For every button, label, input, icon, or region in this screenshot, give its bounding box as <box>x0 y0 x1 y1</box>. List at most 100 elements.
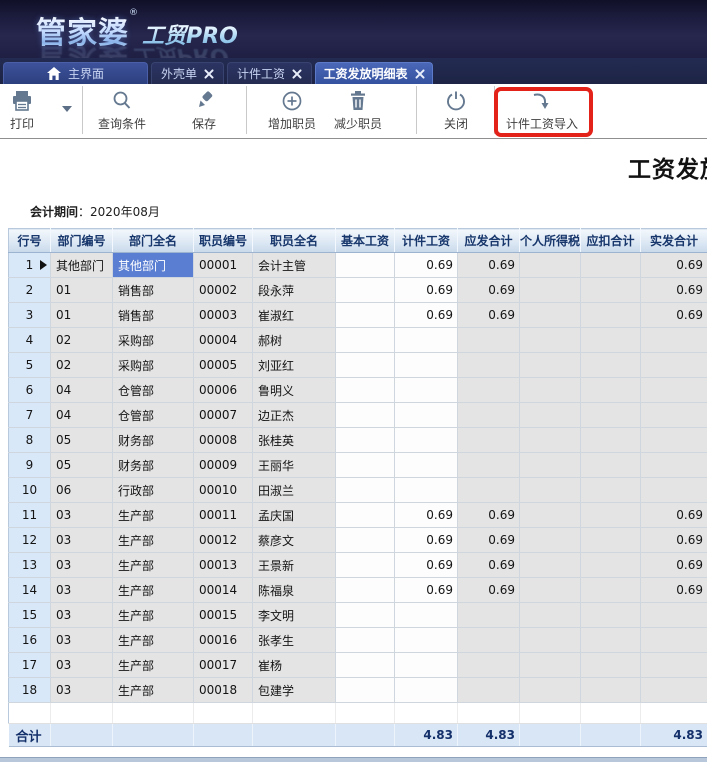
cell-row-number[interactable]: 16 <box>9 628 51 653</box>
cell-deduct[interactable] <box>581 353 641 378</box>
cell-dept-name[interactable]: 财务部 <box>113 453 194 478</box>
cell-emp-name[interactable]: 陈福泉 <box>253 578 336 603</box>
cell-piece-wage[interactable] <box>395 328 458 353</box>
cell-deduct[interactable] <box>581 303 641 328</box>
cell-emp-code[interactable]: 00002 <box>194 278 253 303</box>
cell-deduct[interactable] <box>581 253 641 278</box>
cell-emp-code[interactable]: 00011 <box>194 503 253 528</box>
cell-piece-wage[interactable]: 0.69 <box>395 528 458 553</box>
close-tab-icon[interactable] <box>415 69 425 79</box>
cell-emp-name[interactable]: 张孝生 <box>253 628 336 653</box>
cell-tax[interactable] <box>520 328 581 353</box>
cell-base-wage[interactable] <box>336 628 395 653</box>
close-tab-icon[interactable] <box>292 69 302 79</box>
cell-deduct[interactable] <box>581 628 641 653</box>
cell-emp-code[interactable]: 00001 <box>194 253 253 278</box>
cell-row-number[interactable]: 12 <box>9 528 51 553</box>
cell-deduct[interactable] <box>581 503 641 528</box>
cell-payable[interactable]: 0.69 <box>458 528 520 553</box>
cell-emp-name[interactable]: 张桂英 <box>253 428 336 453</box>
add-employee-button[interactable]: 增加职员 <box>268 90 316 132</box>
cell-row-number[interactable]: 11 <box>9 503 51 528</box>
cell-dept-name[interactable]: 行政部 <box>113 478 194 503</box>
cell-row-number[interactable]: 13 <box>9 553 51 578</box>
cell-emp-name[interactable]: 刘亚红 <box>253 353 336 378</box>
cell-actual[interactable] <box>641 628 707 653</box>
cell-base-wage[interactable] <box>336 453 395 478</box>
cell-emp-name[interactable]: 蔡彦文 <box>253 528 336 553</box>
cell-tax[interactable] <box>520 603 581 628</box>
cell-base-wage[interactable] <box>336 478 395 503</box>
cell-base-wage[interactable] <box>336 328 395 353</box>
cell-actual[interactable] <box>641 603 707 628</box>
cell-tax[interactable] <box>520 628 581 653</box>
cell-tax[interactable] <box>520 428 581 453</box>
cell-dept-name[interactable]: 销售部 <box>113 303 194 328</box>
cell-tax[interactable] <box>520 478 581 503</box>
cell-emp-code[interactable]: 00016 <box>194 628 253 653</box>
cell-deduct[interactable] <box>581 328 641 353</box>
cell-row-number[interactable]: 1 <box>9 253 51 278</box>
cell-actual[interactable] <box>641 478 707 503</box>
cell-payable[interactable] <box>458 328 520 353</box>
cell-emp-code[interactable]: 00005 <box>194 353 253 378</box>
cell-base-wage[interactable] <box>336 578 395 603</box>
cell-emp-code[interactable]: 00015 <box>194 603 253 628</box>
cell-actual[interactable] <box>641 678 707 703</box>
cell-piece-wage[interactable] <box>395 453 458 478</box>
close-tab-icon[interactable] <box>204 69 214 79</box>
cell-tax[interactable] <box>520 578 581 603</box>
cell-dept-name[interactable]: 仓管部 <box>113 403 194 428</box>
cell-piece-wage[interactable]: 0.69 <box>395 303 458 328</box>
cell-emp-code[interactable]: 00017 <box>194 653 253 678</box>
cell-deduct[interactable] <box>581 378 641 403</box>
cell-dept-name[interactable]: 销售部 <box>113 278 194 303</box>
cell-piece-wage[interactable] <box>395 353 458 378</box>
cell-piece-wage[interactable] <box>395 403 458 428</box>
cell-emp-code[interactable]: 00018 <box>194 678 253 703</box>
cell-row-number[interactable]: 3 <box>9 303 51 328</box>
cell-row-number[interactable]: 7 <box>9 403 51 428</box>
cell-piece-wage[interactable] <box>395 678 458 703</box>
cell-deduct[interactable] <box>581 678 641 703</box>
cell-deduct[interactable] <box>581 578 641 603</box>
cell-row-number[interactable]: 17 <box>9 653 51 678</box>
tab-piece-wage[interactable]: 计件工资 <box>227 62 312 84</box>
cell-row-number[interactable]: 2 <box>9 278 51 303</box>
cell-base-wage[interactable] <box>336 403 395 428</box>
cell-row-number[interactable]: 5 <box>9 353 51 378</box>
cell-deduct[interactable] <box>581 653 641 678</box>
cell-piece-wage[interactable] <box>395 628 458 653</box>
cell-dept-code[interactable]: 01 <box>51 278 113 303</box>
cell-piece-wage[interactable]: 0.69 <box>395 503 458 528</box>
tab-main-screen[interactable]: 主界面 <box>3 62 148 84</box>
query-conditions-button[interactable]: 查询条件 <box>98 90 146 132</box>
cell-dept-name[interactable]: 财务部 <box>113 428 194 453</box>
cell-row-number[interactable]: 4 <box>9 328 51 353</box>
cell-emp-code[interactable]: 00014 <box>194 578 253 603</box>
cell-emp-name[interactable]: 郝树 <box>253 328 336 353</box>
cell-payable[interactable] <box>458 453 520 478</box>
print-dropdown-icon[interactable] <box>62 106 72 112</box>
cell-piece-wage[interactable] <box>395 378 458 403</box>
cell-dept-name[interactable]: 生产部 <box>113 578 194 603</box>
cell-base-wage[interactable] <box>336 428 395 453</box>
cell-piece-wage[interactable] <box>395 478 458 503</box>
cell-dept-code[interactable]: 03 <box>51 603 113 628</box>
cell-base-wage[interactable] <box>336 553 395 578</box>
cell-payable[interactable] <box>458 628 520 653</box>
cell-actual[interactable]: 0.69 <box>641 278 707 303</box>
cell-emp-name[interactable]: 孟庆国 <box>253 503 336 528</box>
cell-base-wage[interactable] <box>336 378 395 403</box>
cell-base-wage[interactable] <box>336 253 395 278</box>
cell-dept-name[interactable]: 生产部 <box>113 653 194 678</box>
cell-deduct[interactable] <box>581 403 641 428</box>
cell-piece-wage[interactable] <box>395 428 458 453</box>
cell-base-wage[interactable] <box>336 278 395 303</box>
cell-piece-wage[interactable]: 0.69 <box>395 278 458 303</box>
cell-actual[interactable] <box>641 378 707 403</box>
cell-piece-wage[interactable]: 0.69 <box>395 578 458 603</box>
cell-dept-name[interactable]: 采购部 <box>113 353 194 378</box>
piece-wage-import-button[interactable]: 计件工资导入 <box>506 90 578 132</box>
cell-tax[interactable] <box>520 528 581 553</box>
